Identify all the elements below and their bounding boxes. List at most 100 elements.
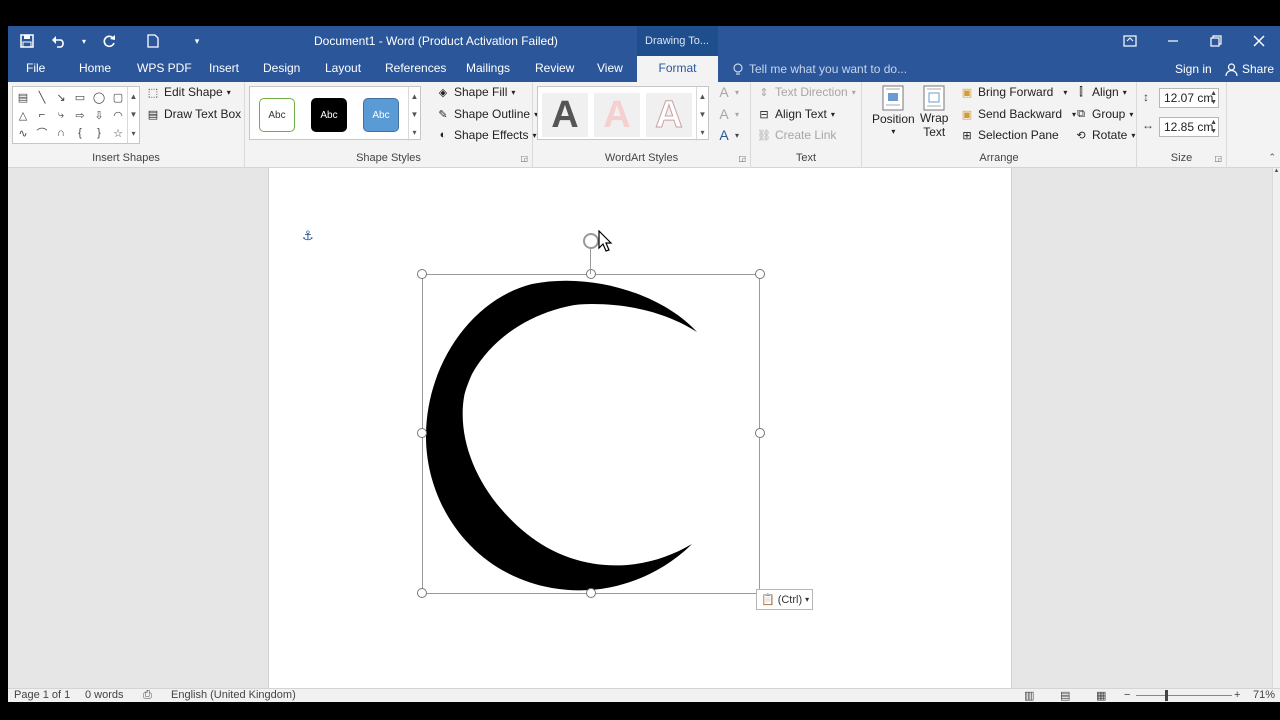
zoom-level[interactable]: 71% <box>1253 689 1275 701</box>
shape-width-spinner[interactable]: ▲ ▼ <box>1210 118 1217 136</box>
shape-outline-button[interactable]: ✎ Shape Outline ▾ <box>436 107 538 121</box>
right-arrow-shape-icon[interactable]: ⇨ <box>72 107 88 123</box>
arc-shape-icon[interactable]: ∩ <box>53 125 69 141</box>
zoom-slider[interactable] <box>1136 695 1232 696</box>
freeform-shape-icon[interactable]: ◠ <box>110 107 126 123</box>
scribble-shape-icon[interactable]: ∿ <box>15 125 31 141</box>
shapes-gallery[interactable]: ▤ ╲ ↘ ▭ ◯ ▢ △ ⌐ ⤷ ⇨ ⇩ ◠ ∿ ⌒ ∩ { } ☆ ▲ ▼ ▾ <box>12 86 140 144</box>
save-icon[interactable] <box>16 31 38 51</box>
zoom-slider-thumb[interactable] <box>1165 690 1168 701</box>
shape-width-input[interactable]: 12.85 cm ▲ ▼ <box>1159 117 1219 137</box>
undo-icon[interactable] <box>48 31 70 51</box>
style-swatch-blue[interactable]: Abc <box>363 98 399 132</box>
create-link-button[interactable]: ⛓ Create Link <box>757 128 836 142</box>
customize-icon[interactable]: ▾ <box>186 31 208 51</box>
wrap-text-button[interactable]: Wrap Text <box>920 85 948 139</box>
collapse-ribbon-icon[interactable]: ⌃ <box>1268 152 1276 163</box>
redo-icon[interactable] <box>98 31 120 51</box>
text-outline-button[interactable]: A ▾ <box>717 106 739 122</box>
scroll-up-icon[interactable]: ▲ <box>1273 168 1280 174</box>
wordart-style-outline[interactable]: A <box>646 93 692 137</box>
wordart-gallery-scroll[interactable]: ▲ ▼ ▾ <box>696 87 708 141</box>
sign-in-link[interactable]: Sign in <box>1175 62 1212 76</box>
oval-shape-icon[interactable]: ◯ <box>91 89 107 105</box>
elbow-connector-shape-icon[interactable]: ⌐ <box>34 107 50 123</box>
resize-handle-top-left[interactable] <box>417 269 427 279</box>
rotate-button[interactable]: ⟲ Rotate ▾ <box>1074 128 1135 142</box>
line-shape-icon[interactable]: ╲ <box>34 89 50 105</box>
rectangle-shape-icon[interactable]: ▭ <box>72 89 88 105</box>
curve-shape-icon[interactable]: ⌒ <box>34 125 50 141</box>
tab-design[interactable]: Design <box>263 56 300 82</box>
resize-handle-top-right[interactable] <box>755 269 765 279</box>
star-shape-icon[interactable]: ☆ <box>110 125 126 141</box>
tab-review[interactable]: Review <box>535 56 574 82</box>
vertical-scrollbar[interactable]: ▲ <box>1272 168 1280 688</box>
wordart-gallery[interactable]: A A A ▲ ▼ ▾ <box>537 86 709 141</box>
resize-handle-bottom[interactable] <box>586 588 596 598</box>
style-swatch-black[interactable]: Abc <box>311 98 347 132</box>
edit-shape-button[interactable]: ⬚ Edit Shape ▾ <box>146 85 231 99</box>
size-launcher-icon[interactable]: ◲ <box>1214 154 1222 163</box>
shape-height-input[interactable]: 12.07 cm ▲ ▼ <box>1159 88 1219 108</box>
draw-text-box-button[interactable]: ▤ Draw Text Box <box>146 107 241 121</box>
shapes-gallery-scroll[interactable]: ▲ ▼ ▾ <box>127 87 139 143</box>
triangle-shape-icon[interactable]: △ <box>15 107 31 123</box>
tab-insert[interactable]: Insert <box>209 56 239 82</box>
tab-format[interactable]: Format <box>637 56 718 82</box>
share-button[interactable]: Share <box>1225 62 1274 76</box>
tab-references[interactable]: References <box>385 56 446 82</box>
shape-height-spinner[interactable]: ▲ ▼ <box>1210 89 1217 107</box>
tell-me-box[interactable]: Tell me what you want to do... <box>733 62 907 76</box>
group-button[interactable]: ⧉ Group ▾ <box>1074 107 1133 121</box>
bring-forward-button[interactable]: ▣ Bring Forward ▾ <box>960 85 1068 99</box>
resize-handle-left[interactable] <box>417 428 427 438</box>
send-backward-button[interactable]: ▣ Send Backward ▾ <box>960 107 1076 121</box>
tab-layout[interactable]: Layout <box>325 56 361 82</box>
wordart-style-gray[interactable]: A <box>542 93 588 137</box>
close-icon[interactable] <box>1237 26 1280 56</box>
tab-mailings[interactable]: Mailings <box>466 56 510 82</box>
restore-icon[interactable] <box>1194 26 1237 56</box>
page-count[interactable]: Page 1 of 1 <box>14 689 70 701</box>
read-mode-icon[interactable]: ▥ <box>1024 689 1034 702</box>
selection-pane-button[interactable]: ⊞ Selection Pane <box>960 128 1058 142</box>
text-direction-button[interactable]: ⇕ Text Direction ▾ <box>757 85 855 99</box>
shape-effects-button[interactable]: ◐ Shape Effects ▾ <box>436 128 537 142</box>
left-brace-shape-icon[interactable]: { <box>72 125 88 141</box>
arrow-line-shape-icon[interactable]: ↘ <box>53 89 69 105</box>
print-layout-icon[interactable]: ▤ <box>1060 689 1070 702</box>
shape-fill-button[interactable]: ◈ Shape Fill ▾ <box>436 85 516 99</box>
text-box-shape-icon[interactable]: ▤ <box>15 89 31 105</box>
tab-wps-pdf[interactable]: WPS PDF <box>137 56 192 82</box>
shape-styles-gallery[interactable]: Abc Abc Abc ▲ ▼ ▾ <box>249 86 421 141</box>
language-status[interactable]: English (United Kingdom) <box>171 689 296 701</box>
position-button[interactable]: Position ▾ <box>872 85 915 136</box>
rounded-rectangle-shape-icon[interactable]: ▢ <box>110 89 126 105</box>
tab-file[interactable]: File <box>26 56 45 82</box>
paste-options-button[interactable]: 📋 (Ctrl) ▾ <box>756 589 813 610</box>
text-fill-button[interactable]: A ▾ <box>717 84 739 100</box>
shape-styles-gallery-scroll[interactable]: ▲ ▼ ▾ <box>408 87 420 141</box>
wordart-launcher-icon[interactable]: ◲ <box>738 154 746 163</box>
zoom-out-icon[interactable]: − <box>1124 689 1130 701</box>
ribbon-display-icon[interactable] <box>1108 26 1151 56</box>
resize-handle-right[interactable] <box>755 428 765 438</box>
elbow-arrow-shape-icon[interactable]: ⤷ <box>53 107 69 123</box>
shape-styles-launcher-icon[interactable]: ◲ <box>520 154 528 163</box>
tab-home[interactable]: Home <box>79 56 111 82</box>
proofing-icon[interactable]: ⎙ <box>143 689 152 702</box>
undo-dropdown-icon[interactable]: ▾ <box>80 31 88 51</box>
right-brace-shape-icon[interactable]: } <box>91 125 107 141</box>
wordart-style-light[interactable]: A <box>594 93 640 137</box>
word-count[interactable]: 0 words <box>85 689 124 701</box>
tab-view[interactable]: View <box>597 56 623 82</box>
text-effects-button[interactable]: A ▾ <box>717 127 739 143</box>
zoom-in-icon[interactable]: + <box>1234 689 1240 701</box>
resize-handle-bottom-left[interactable] <box>417 588 427 598</box>
resize-handle-top[interactable] <box>586 269 596 279</box>
minimize-icon[interactable] <box>1151 26 1194 56</box>
new-document-icon[interactable] <box>142 31 164 51</box>
align-text-button[interactable]: ⊟ Align Text ▾ <box>757 107 834 121</box>
down-arrow-shape-icon[interactable]: ⇩ <box>91 107 107 123</box>
